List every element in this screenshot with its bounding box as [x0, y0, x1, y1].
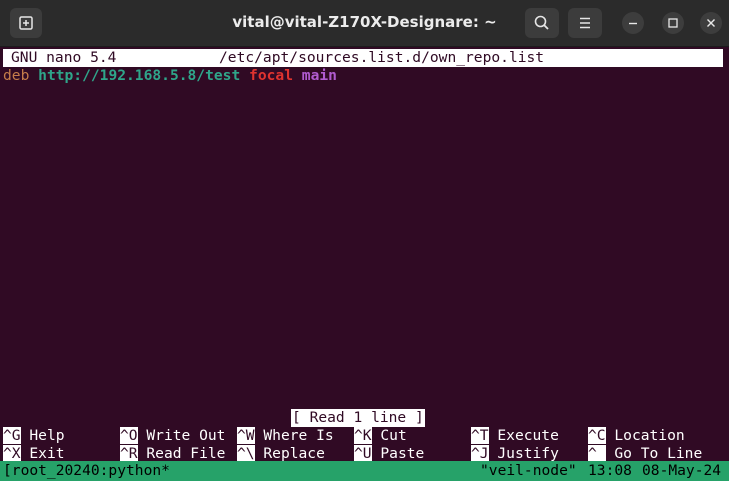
shortcut-label: Replace — [263, 445, 325, 462]
shortcut-key: ^T — [471, 427, 489, 444]
maximize-button[interactable] — [662, 12, 684, 34]
shortcut-key: ^K — [354, 427, 372, 444]
shortcut-cut[interactable]: ^K Cut — [354, 427, 407, 445]
tmux-session-window: [root_20240:python* — [3, 462, 170, 479]
file-path: /etc/apt/sources.list.d/own_repo.list — [219, 49, 545, 66]
shortcut-key: ^J — [471, 445, 489, 462]
content-component: main — [301, 67, 337, 84]
content-url: http://192.168.5.8/test — [38, 67, 241, 84]
shortcut-key: ^W — [237, 427, 255, 444]
shortcut-where-is[interactable]: ^W Where Is — [237, 427, 334, 445]
shortcut-key: ^G — [3, 427, 21, 444]
shortcut-label: Help — [29, 427, 65, 444]
terminal-area[interactable]: GNU nano 5.4/etc/apt/sources.list.d/own_… — [0, 47, 729, 481]
tmux-status-bar: [root_20240:python* "veil-node" 13:08 08-Ma… — [0, 461, 729, 481]
shortcut-label: Execute — [497, 427, 559, 444]
shortcut-label: Location — [614, 427, 685, 444]
minimize-icon — [629, 22, 637, 25]
maximize-icon — [668, 18, 678, 28]
shortcut-label: Write Out — [146, 427, 226, 444]
shortcut-label: Justify — [497, 445, 559, 462]
shortcut-key: ^X — [3, 445, 21, 462]
shortcut-key: ^R — [120, 445, 138, 462]
nano-header: GNU nano 5.4/etc/apt/sources.list.d/own_… — [3, 49, 723, 67]
search-icon — [534, 15, 549, 30]
tmux-hostname: "veil-node" — [480, 462, 577, 479]
shortcut-location[interactable]: ^C Location — [588, 427, 685, 445]
shortcut-key: ^_ — [588, 445, 606, 462]
minimize-button[interactable] — [622, 12, 644, 34]
content-distribution: focal — [249, 67, 293, 84]
shortcut-execute[interactable]: ^T Execute — [471, 427, 559, 445]
shortcut-label: Go To Line — [614, 445, 703, 462]
shortcut-label: Where Is — [263, 427, 334, 444]
shortcut-label: Exit — [29, 445, 65, 462]
shortcut-label: Read File — [146, 445, 226, 462]
shortcut-write-out[interactable]: ^O Write Out — [120, 427, 225, 445]
tmux-time: 13:08 — [588, 462, 632, 479]
shortcut-key: ^\ — [237, 445, 255, 462]
shortcut-key: ^O — [120, 427, 138, 444]
hamburger-menu-icon — [580, 17, 590, 29]
tmux-date: 08-May-24 — [642, 462, 722, 479]
window-title: vital@vital-Z170X-Designare: ~ — [232, 13, 497, 31]
search-button[interactable] — [525, 8, 559, 38]
close-icon — [707, 19, 715, 27]
shortcut-key: ^C — [588, 427, 606, 444]
content-keyword: deb — [3, 67, 30, 84]
menu-button[interactable] — [568, 8, 602, 38]
shortcut-label: Paste — [380, 445, 425, 462]
close-button[interactable] — [700, 12, 722, 34]
title-bar: vital@vital-Z170X-Designare: ~ — [0, 0, 729, 47]
shortcut-label: Cut — [380, 427, 407, 444]
editor-line-1[interactable]: deb http://192.168.5.8/test focal main — [3, 67, 337, 85]
nano-version: GNU nano 5.4 — [11, 49, 117, 66]
shortcut-help[interactable]: ^G Help — [3, 427, 65, 445]
status-message: [ Read 1 line ] — [291, 409, 425, 427]
shortcut-key: ^U — [354, 445, 372, 462]
